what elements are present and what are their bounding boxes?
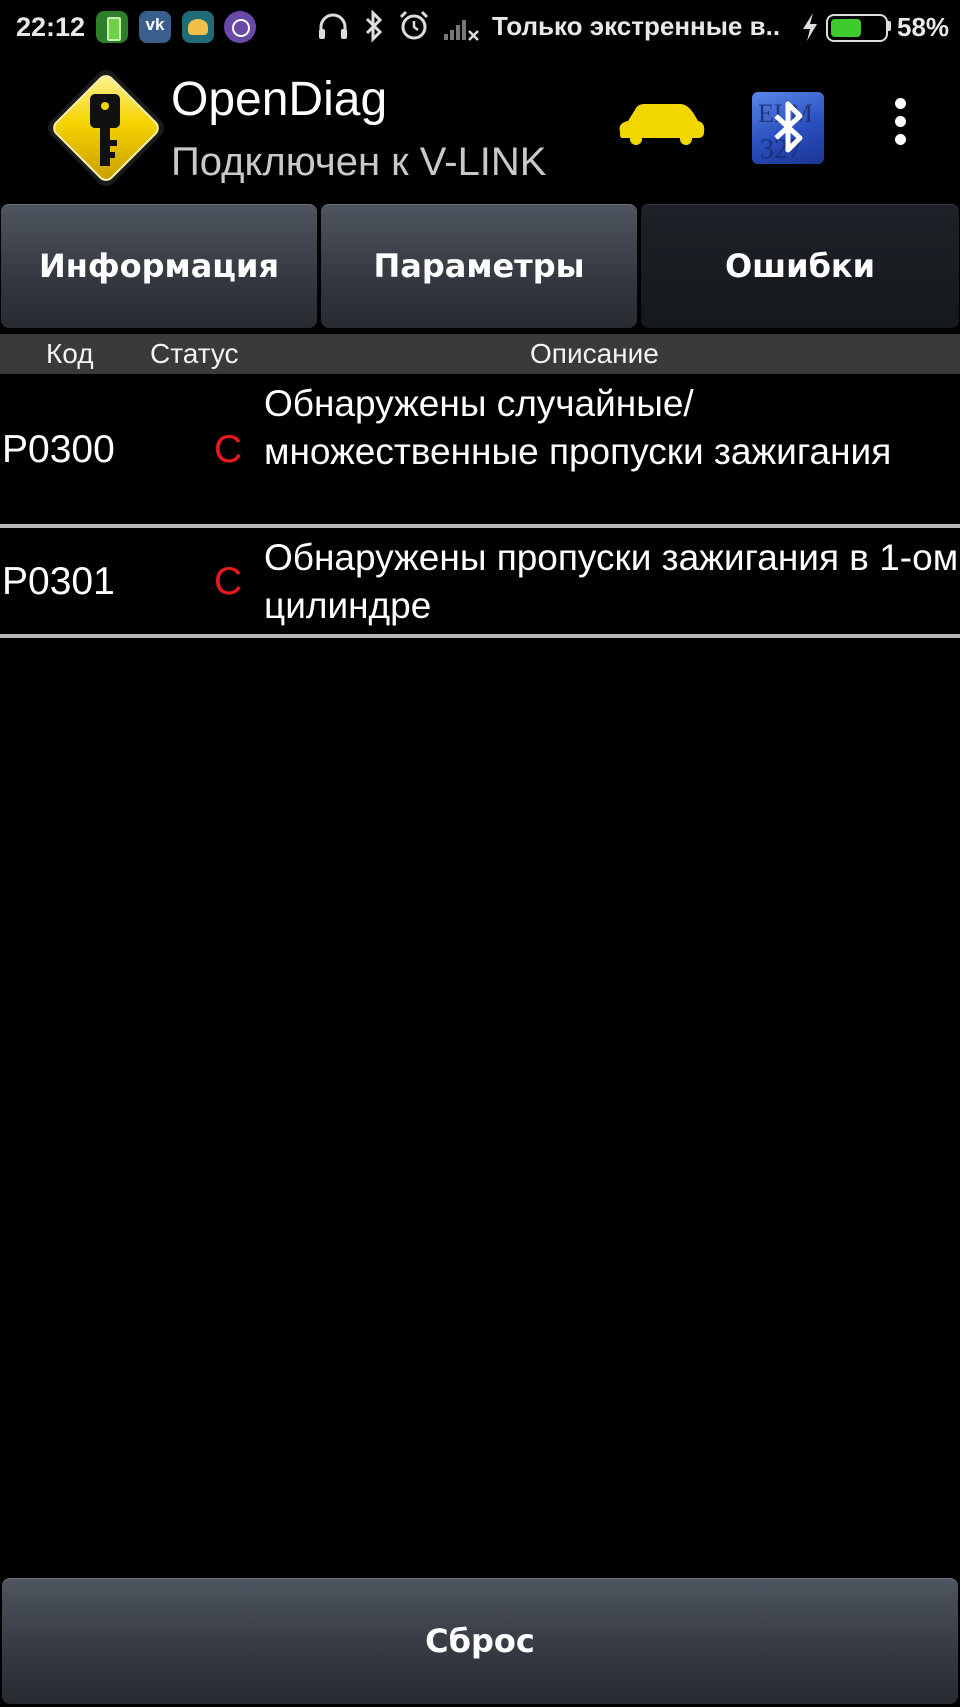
error-status: C	[214, 428, 243, 471]
charging-icon	[803, 13, 817, 41]
vk-icon: vk	[139, 11, 171, 43]
battery-app-icon	[96, 11, 128, 43]
alarm-icon	[399, 10, 429, 40]
header-code: Код	[46, 338, 94, 369]
row-divider	[0, 634, 960, 638]
bluetooth-elm327-icon[interactable]: ELM 327	[752, 92, 824, 164]
reset-button-label: Сброс	[425, 1622, 535, 1660]
row-divider	[0, 524, 960, 528]
no-signal-icon	[444, 20, 479, 41]
header-status: Статус	[150, 338, 239, 369]
tab-information-label: Информация	[39, 247, 279, 285]
connection-status: Подключен к V-LINK	[171, 140, 547, 184]
table-row[interactable]: P0301 C Обнаружены пропуски зажигания в …	[0, 532, 960, 632]
battery-indicator	[826, 14, 888, 42]
error-code: P0300	[2, 428, 115, 471]
action-bar: OpenDiag Подключен к V-LINK ELM 327	[0, 56, 960, 202]
photo-app-icon	[182, 11, 214, 43]
car-icon[interactable]	[614, 98, 706, 146]
overflow-menu-icon[interactable]	[880, 98, 920, 158]
app-title: OpenDiag	[171, 73, 388, 126]
status-time: 22:12	[16, 12, 86, 42]
error-description: Обнаружены случайные/ множественные проп…	[264, 383, 892, 472]
header-description: Описание	[530, 338, 659, 369]
notification-mode-text: Только экстренные в..	[492, 11, 781, 41]
bluetooth-icon	[365, 10, 383, 43]
error-description: Обнаружены пропуски зажигания в 1-ом цил…	[264, 537, 959, 626]
tab-errors-label: Ошибки	[724, 247, 876, 285]
table-row[interactable]: P0300 C Обнаружены случайные/ множествен…	[0, 378, 960, 524]
battery-level-fill	[831, 19, 861, 37]
tab-errors[interactable]: Ошибки	[641, 204, 959, 328]
table-header: Код Статус Описание	[0, 334, 960, 374]
tab-bar: Информация Параметры Ошибки	[0, 202, 960, 330]
error-status: C	[214, 560, 243, 603]
reset-button[interactable]: Сброс	[2, 1578, 958, 1704]
viber-icon	[224, 11, 256, 43]
tab-parameters[interactable]: Параметры	[321, 204, 637, 328]
svg-text:327: 327	[760, 134, 802, 164]
battery-tip	[887, 21, 891, 31]
error-code: P0301	[2, 560, 115, 603]
status-bar: 22:12 vk Только экстренные в.. 58%	[0, 0, 960, 56]
battery-percent: 58%	[897, 12, 950, 42]
tab-information[interactable]: Информация	[1, 204, 317, 328]
tab-parameters-label: Параметры	[373, 247, 585, 285]
app-logo-key-icon	[47, 69, 165, 187]
headphones-icon	[319, 13, 347, 39]
